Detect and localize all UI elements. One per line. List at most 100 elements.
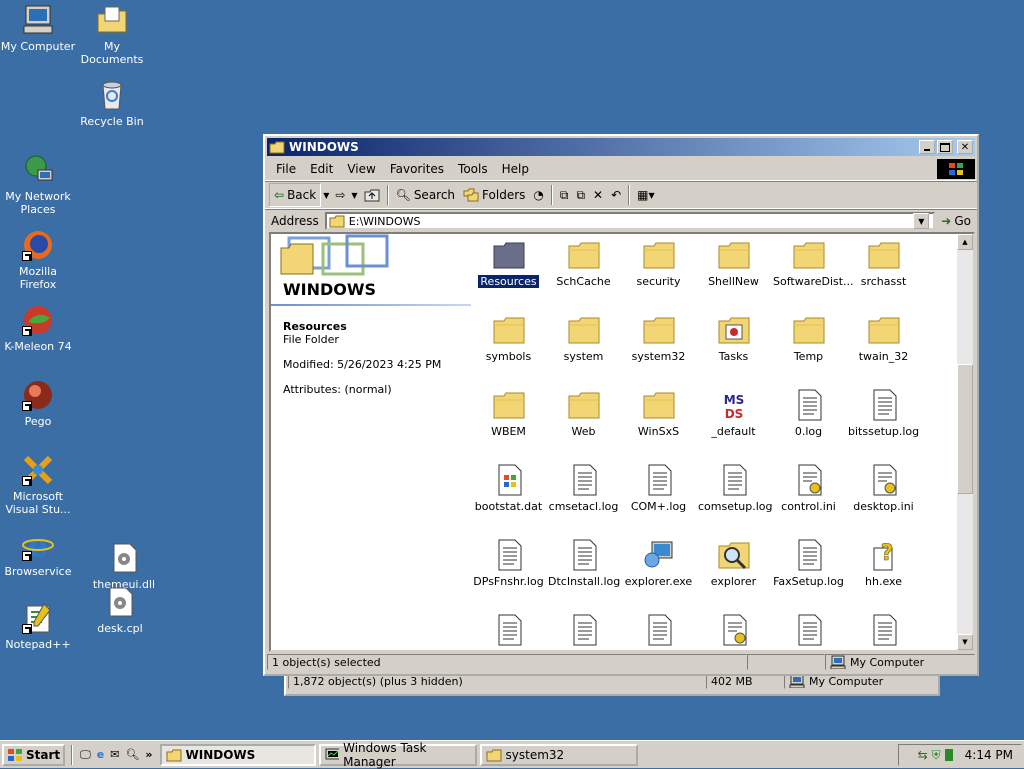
explorer-window[interactable]: WINDOWS ✕ File Edit View Favorites Tools… (263, 134, 979, 676)
file-item[interactable]: Temp (771, 313, 846, 363)
minimize-button[interactable] (919, 140, 935, 154)
file-item[interactable]: MS DS _default (696, 388, 771, 438)
file-item[interactable]: DtcInstall.log (546, 538, 621, 588)
security-tray-icon[interactable]: ⛨ (932, 748, 941, 763)
vertical-scrollbar[interactable]: ▲ ▼ (957, 234, 973, 650)
file-item[interactable]: system32 (621, 313, 696, 363)
show-desktop-icon[interactable]: 🖵︎ (80, 748, 91, 762)
file-item[interactable]: Web (546, 388, 621, 438)
file-item[interactable]: explorer.exe (621, 538, 696, 588)
file-item[interactable]: MedCtrOC.log (621, 613, 696, 650)
file-item[interactable]: SchCache (546, 238, 621, 288)
internet-explorer-icon[interactable]: e (97, 748, 104, 761)
up-folder-button[interactable] (360, 184, 384, 206)
file-item[interactable]: security (621, 238, 696, 288)
file-item[interactable]: symbols (471, 313, 546, 363)
menu-favorites[interactable]: Favorites (383, 162, 451, 176)
file-item[interactable]: explorer (696, 538, 771, 588)
file-item[interactable]: DPsFnshr.log (471, 538, 546, 588)
close-button[interactable]: ✕ (957, 140, 973, 154)
desktop-icon-desk-cpl[interactable]: desk.cpl (82, 586, 158, 635)
clock[interactable]: 4:14 PM (965, 748, 1013, 762)
views-icon: ▦ (637, 188, 649, 202)
file-item[interactable]: Tasks (696, 313, 771, 363)
file-item[interactable]: Resources (471, 238, 546, 289)
views-button[interactable]: ▦ ▼ (633, 184, 659, 206)
desktop-icon-pego[interactable]: Pego (0, 379, 76, 428)
file-item-label: bootstat.dat (474, 500, 543, 513)
move-to-button[interactable]: ⧉ (556, 184, 573, 206)
status-location: My Computer (825, 654, 975, 670)
copy-to-button[interactable]: ⧉ (572, 184, 589, 206)
file-item[interactable]: bootstat.dat (471, 463, 546, 513)
network-tray-icon[interactable]: ⇆ (918, 748, 928, 762)
folders-button[interactable]: Folders (459, 184, 529, 206)
scrollbar-thumb[interactable] (957, 364, 973, 494)
desktop-icon-themeui-dll[interactable]: themeui.dll (86, 542, 162, 591)
help-icon: ? (867, 538, 901, 572)
quick-launch-chevron-icon[interactable]: » (145, 748, 152, 761)
menu-tools[interactable]: Tools (451, 162, 495, 176)
delete-button[interactable]: ✕ (589, 184, 607, 206)
go-button[interactable]: ➜ Go (935, 214, 977, 228)
scroll-up-button[interactable]: ▲ (957, 234, 973, 250)
folder-content-view[interactable]: WINDOWS Resources File Folder Modified: … (269, 232, 975, 652)
file-item[interactable]: msdfmap.ini (696, 613, 771, 650)
menu-edit[interactable]: Edit (303, 162, 340, 176)
desktop-icon-recycle-bin[interactable]: Recycle Bin (74, 79, 150, 128)
forward-button[interactable]: ⇨ (331, 184, 349, 206)
file-item[interactable]: bitssetup.log (846, 388, 921, 438)
task-button-label: Windows Task Manager (343, 740, 427, 769)
file-item[interactable]: WinSxS (621, 388, 696, 438)
task-button-windows[interactable]: WINDOWS (159, 743, 316, 766)
desktop-icon-mozilla-firefox[interactable]: Mozilla Firefox (0, 229, 76, 291)
desktop-icon-k-meleon[interactable]: K-Meleon 74 (0, 304, 76, 353)
scroll-down-button[interactable]: ▼ (957, 634, 973, 650)
window-title-bar[interactable]: WINDOWS ✕ (267, 138, 975, 156)
back-dropdown-icon[interactable]: ▼ (321, 191, 331, 200)
menu-file[interactable]: File (269, 162, 303, 176)
file-item-label: WBEM (491, 425, 526, 438)
desktop-icon-notepad-plus-plus[interactable]: Notepad++ (0, 602, 76, 651)
file-item[interactable]: SoftwareDist... (771, 238, 854, 288)
file-item[interactable]: srchasst (846, 238, 921, 288)
forward-dropdown-icon[interactable]: ▼ (349, 191, 359, 200)
file-item[interactable]: comsetup.log (696, 463, 773, 513)
menu-help[interactable]: Help (495, 162, 536, 176)
maximize-button[interactable] (937, 140, 953, 154)
desktop-icon-visual-studio[interactable]: Microsoft Visual Stu... (0, 454, 76, 516)
back-button[interactable]: ⇦ Back (269, 183, 322, 207)
file-item[interactable]: cmsetacl.log (546, 463, 621, 513)
status-tray-icon[interactable] (944, 749, 953, 761)
desktop-icon-browservice[interactable]: e Browservice (0, 529, 76, 578)
shortcut-arrow-icon (22, 624, 32, 634)
task-button-system32[interactable]: system32 (479, 743, 638, 766)
file-item[interactable]: desktop.ini (846, 463, 921, 513)
file-item[interactable]: system (546, 313, 621, 363)
file-item[interactable]: imsins.log (546, 613, 621, 650)
file-item[interactable]: msmqinst.log (771, 613, 846, 650)
file-item[interactable]: control.ini (771, 463, 846, 513)
desktop-icon-my-computer[interactable]: My Computer (0, 4, 76, 53)
task-button-task-manager[interactable]: Windows Task Manager (318, 740, 477, 769)
search-icon[interactable]: 🔍︎ (125, 748, 139, 761)
desktop-icon-my-network-places[interactable]: My Network Places (0, 154, 76, 216)
file-item[interactable]: ? hh.exe (846, 538, 921, 588)
menu-view[interactable]: View (340, 162, 382, 176)
address-input[interactable]: E:\WINDOWS ▼ (324, 212, 936, 230)
search-button[interactable]: 🔍︎ Search (392, 184, 459, 206)
file-item[interactable]: COM+.log (621, 463, 696, 513)
file-item[interactable]: ShellNew (696, 238, 771, 288)
history-button[interactable]: ◔ (529, 184, 547, 206)
address-dropdown-button[interactable]: ▼ (913, 213, 930, 229)
file-item[interactable]: netfxocm.log (846, 613, 921, 650)
file-item[interactable]: twain_32 (846, 313, 921, 363)
start-button[interactable]: Start (2, 743, 66, 766)
file-item[interactable]: 0.log (771, 388, 846, 438)
file-item[interactable]: FaxSetup.log (771, 538, 846, 588)
outlook-express-icon[interactable]: ✉ (110, 748, 119, 761)
file-item[interactable]: iis6.log (471, 613, 546, 650)
desktop-icon-my-documents[interactable]: My Documents (74, 4, 150, 66)
undo-button[interactable]: ↶ (607, 184, 625, 206)
file-item[interactable]: WBEM (471, 388, 546, 438)
